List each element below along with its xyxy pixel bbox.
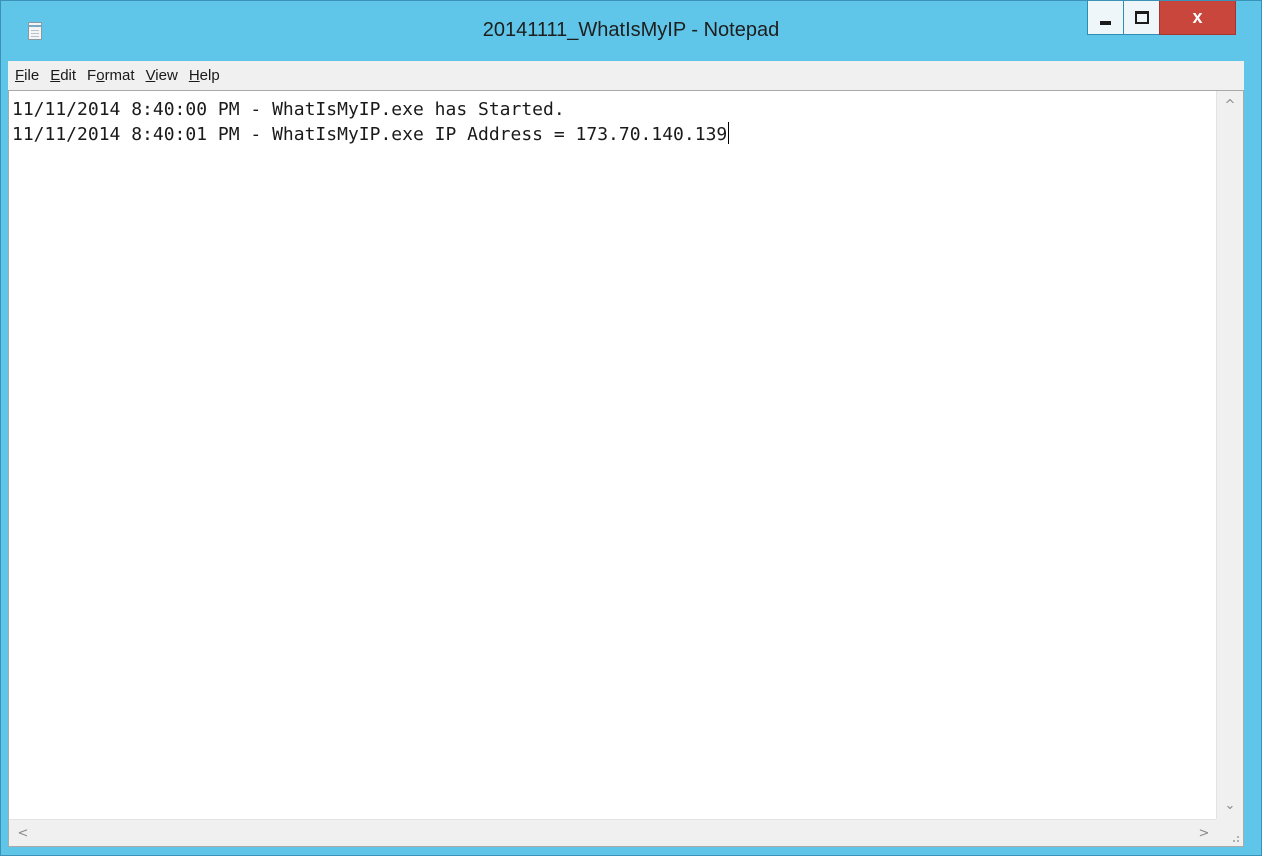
text-line: 11/11/2014 8:40:00 PM - WhatIsMyIP.exe h… (12, 99, 565, 120)
title-bar[interactable]: 20141111_WhatIsMyIP - Notepad x (1, 1, 1261, 61)
scroll-down-icon[interactable]: ⌄ (1218, 793, 1242, 817)
minimize-icon (1100, 20, 1111, 25)
notepad-window: 20141111_WhatIsMyIP - Notepad x File Edi… (0, 0, 1262, 856)
text-editor-area[interactable]: 11/11/2014 8:40:00 PM - WhatIsMyIP.exe h… (9, 91, 1218, 819)
horizontal-scrollbar[interactable]: < > (9, 819, 1218, 846)
scroll-left-icon[interactable]: < (11, 821, 35, 845)
menu-view[interactable]: View (143, 67, 186, 84)
text-line-with-caret: 11/11/2014 8:40:01 PM - WhatIsMyIP.exe I… (12, 122, 1218, 147)
minimize-button[interactable] (1087, 1, 1124, 35)
menu-bar: File Edit Format View Help (8, 61, 1244, 90)
vertical-scrollbar[interactable]: ^ ⌄ (1216, 91, 1243, 819)
editor-pane: 11/11/2014 8:40:00 PM - WhatIsMyIP.exe h… (8, 90, 1244, 847)
window-title: 20141111_WhatIsMyIP - Notepad (482, 19, 780, 41)
text-line: 11/11/2014 8:40:01 PM - WhatIsMyIP.exe I… (12, 124, 728, 145)
menu-file[interactable]: File (12, 67, 47, 84)
maximize-icon (1134, 11, 1149, 24)
close-icon: x (1192, 7, 1203, 27)
menu-format[interactable]: Format (84, 67, 143, 84)
scroll-right-icon[interactable]: > (1192, 821, 1216, 845)
scroll-up-icon[interactable]: ^ (1218, 93, 1242, 117)
text-caret (728, 122, 730, 144)
maximize-button[interactable] (1123, 1, 1160, 35)
close-button[interactable]: x (1159, 1, 1236, 35)
menu-help[interactable]: Help (186, 67, 228, 84)
size-grip-icon[interactable] (1216, 819, 1243, 846)
menu-edit[interactable]: Edit (47, 67, 84, 84)
